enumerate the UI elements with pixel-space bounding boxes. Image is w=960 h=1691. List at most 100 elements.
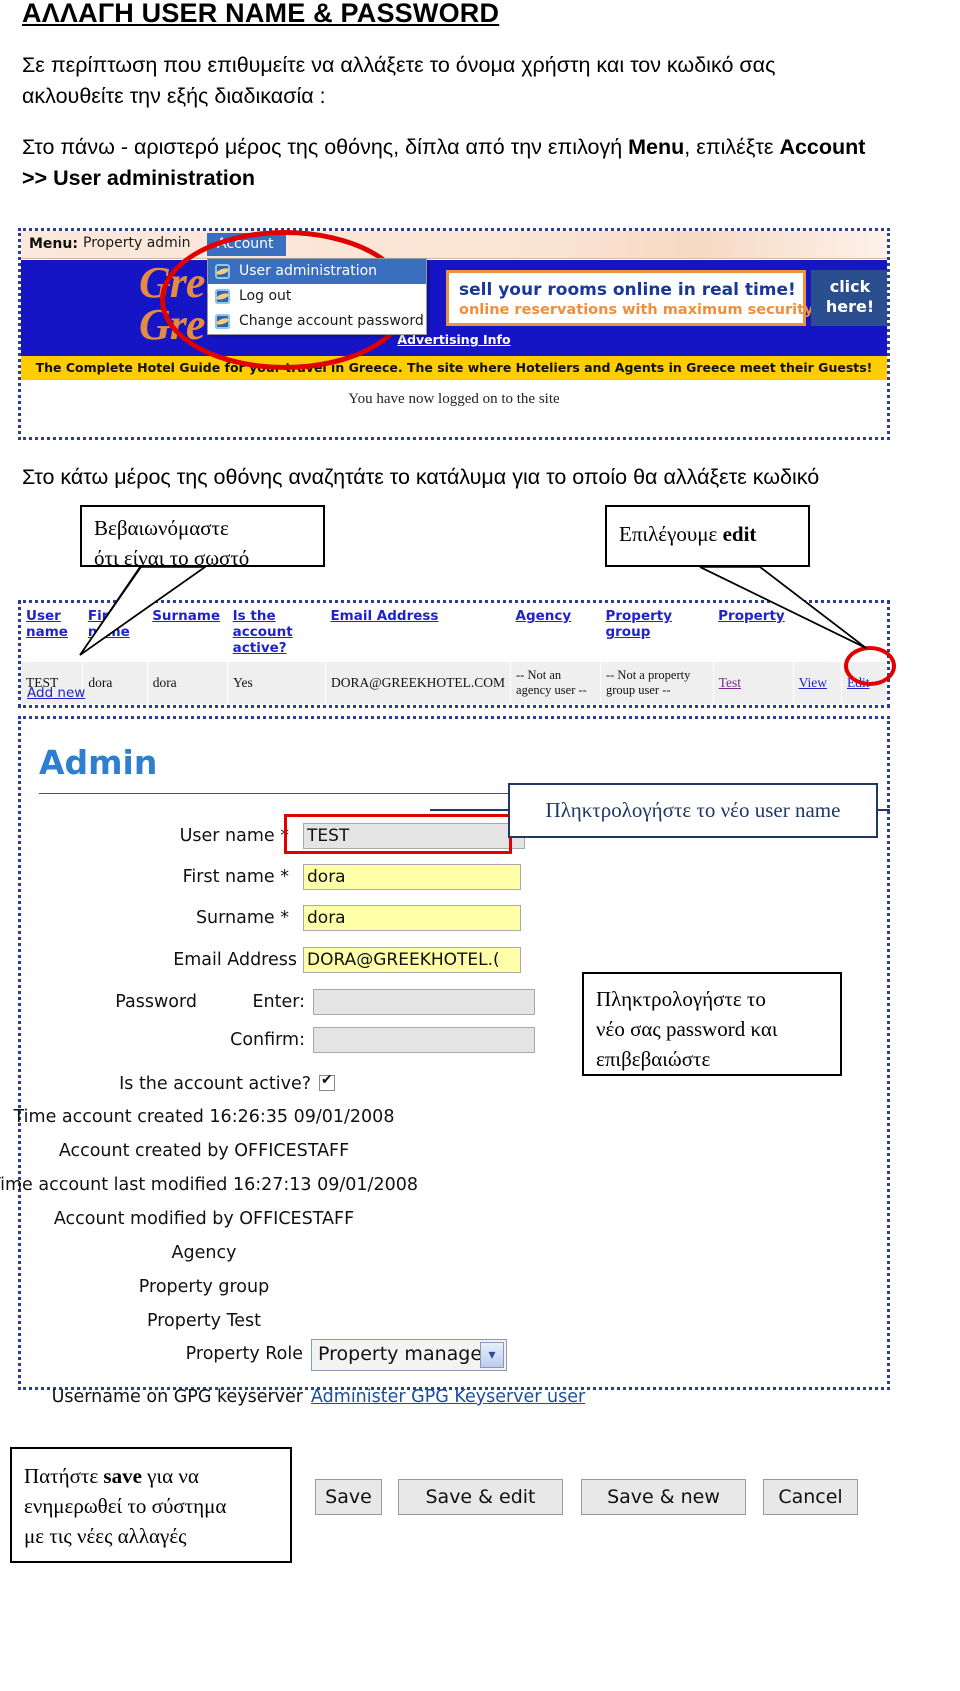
label-first-name-text: First name [182,867,275,887]
checkbox-account-active[interactable] [319,1072,335,1091]
edit-link[interactable]: Edit [847,675,870,690]
cell-first-name: dora [82,662,148,704]
step2-line: Στο κάτω μέρος της οθόνης αναζητάτε το κ… [22,465,820,489]
column-first-name[interactable]: First name [82,603,148,662]
chevron-down-icon[interactable]: ▾ [480,1342,504,1368]
internet-explorer-icon [215,314,230,329]
text-created-by: Account created by OFFICESTAFF [58,1141,350,1161]
form-row-surname: Surname * dora [21,905,887,935]
callout-type-new-username: Πληκτρολογήστε το νέο user name [508,783,878,838]
site-header-banner: Gre Gre sell your rooms online in real t… [21,260,887,356]
step1-account-word: Account [779,135,866,159]
table-row: TEST dora dora Yes DORA@GREEKHOTEL.COM -… [21,662,887,704]
label-surname: Surname * [21,905,289,931]
text-property-group: Property group [138,1277,270,1297]
account-dropdown-menu[interactable]: User administration Log out Change accou… [207,258,427,335]
input-email-address[interactable]: DORA@GREEKHOTEL.( [303,947,521,973]
click-here-line-1: click [829,277,871,296]
label-password-confirm: Confirm: [230,1030,305,1050]
callout-password-line-3: επιβεβαιώστε [596,1047,711,1071]
add-new-link[interactable]: Add new [27,685,85,701]
document-page: ΑΛΛΑΓΗ USER NAME & PASSWORD Σε περίπτωση… [0,0,960,1691]
text-time-created: Time account created 16:26:35 09/01/2008 [13,1107,395,1127]
menu-item-change-account-password[interactable]: Change account password [208,309,426,334]
callout-choose-edit-text: Επιλέγουμε [619,522,723,546]
page-title: ΑΛΛΑΓΗ USER NAME & PASSWORD [22,0,500,28]
input-surname[interactable]: dora [303,905,521,931]
administer-gpg-keyserver-link[interactable]: Administer GPG Keyserver user [311,1387,585,1407]
screenshot-user-list: User name First name Surname Is the acco… [18,600,890,708]
form-row-property-role: Property Role Property manager ▾ [21,1339,887,1371]
view-link[interactable]: View [799,675,827,690]
step1-line-1: Στο πάνω - αριστερό μέρος της οθόνης, δί… [22,132,865,163]
callout-choose-edit: Επιλέγουμε edit [605,505,810,567]
cell-view: View [793,662,843,704]
internet-explorer-icon [215,289,230,304]
menu-item-property-admin[interactable]: Property admin [83,235,191,251]
save-and-new-button[interactable]: Save & new [581,1479,746,1515]
save-button[interactable]: Save [315,1479,382,1515]
input-password-enter[interactable] [313,989,535,1015]
required-marker: * [280,908,289,928]
text-agency: Agency [171,1243,237,1263]
cell-edit: Edit [841,662,887,704]
label-password-enter: Enter: [252,992,305,1012]
ad-headline: sell your rooms online in real time! [459,280,796,300]
menu-item-log-out[interactable]: Log out [208,284,426,309]
logged-on-message: You have now logged on to the site [348,391,560,407]
column-user-name[interactable]: User name [21,603,83,662]
callout-password-line-2: νέο σας password και [596,1017,778,1041]
intro-line-1: Σε περίπτωση που επιθυμείτε να αλλάξετε … [22,53,776,77]
column-is-account-active[interactable]: Is the account active? [227,603,326,662]
label-password: Password [115,992,197,1012]
save-and-edit-button[interactable]: Save & edit [398,1479,563,1515]
cell-active: Yes [227,662,326,704]
cell-surname: dora [147,662,229,704]
menu-item-user-administration-label: User administration [239,263,378,279]
tagline-bar: The Complete Hotel Guide for your travel… [21,356,887,380]
click-here-button[interactable]: click here! [811,270,887,326]
column-property-group[interactable]: Property group [600,603,714,662]
input-user-name[interactable]: TEST [303,823,525,849]
step1-line-2: >> User administration [22,166,255,190]
screenshot-menu-banner: Menu: Property admin Account User admini… [18,228,890,440]
cell-property-group: -- Not a property group user -- [600,662,714,704]
column-agency[interactable]: Agency [510,603,601,662]
column-email-address[interactable]: Email Address [325,603,511,662]
column-view [793,603,842,662]
required-marker: * [280,826,289,846]
select-property-role[interactable]: Property manager ▾ [311,1339,507,1371]
label-user-name-text: User name [179,826,275,846]
column-surname[interactable]: Surname [147,603,228,662]
callout-password-line-1: Πληκτρολογήστε το [596,987,766,1011]
input-password-confirm[interactable] [313,1027,535,1053]
menu-item-change-account-password-label: Change account password [239,313,424,329]
ad-subheadline: online reservations with maximum securit… [459,302,814,318]
internet-explorer-icon [215,264,230,279]
callout-save-line-3: με τις νέες αλλαγές [24,1524,187,1548]
menu-item-user-administration[interactable]: User administration [208,259,426,284]
callout-type-new-password: Πληκτρολογήστε το νέο σας password και ε… [582,972,842,1076]
column-property[interactable]: Property [713,603,794,662]
admin-heading: Admin [39,743,158,782]
callout-save-line-1: Πατήστε save για να [24,1461,278,1491]
advertising-info-link[interactable]: Advertising Info [21,332,887,347]
click-here-line-2: here! [825,297,875,316]
property-link[interactable]: Test [719,675,741,690]
column-edit [841,603,887,662]
callout-verify-line-2: ότι είναι το σωστό [94,546,250,570]
cancel-button[interactable]: Cancel [763,1479,858,1515]
advertisement-banner[interactable]: sell your rooms online in real time! onl… [446,270,814,326]
label-property-role: Property Role [185,1344,303,1364]
text-time-modified: Time account last modified 16:27:13 09/0… [0,1175,418,1195]
callout-choose-edit-bold: edit [722,522,757,546]
callout-save-text-a: Πατήστε [24,1464,104,1488]
text-modified-by: Account modified by OFFICESTAFF [53,1209,355,1229]
table-header-row: User name First name Surname Is the acco… [21,603,887,662]
input-first-name[interactable]: dora [303,864,521,890]
step1-text-a: Στο πάνω - αριστερό μέρος της οθόνης, δί… [22,135,629,159]
label-first-name: First name * [21,864,289,890]
user-list-table: User name First name Surname Is the acco… [21,603,887,704]
menu-item-account[interactable]: Account [207,233,286,256]
menubar-label: Menu: [29,236,78,252]
